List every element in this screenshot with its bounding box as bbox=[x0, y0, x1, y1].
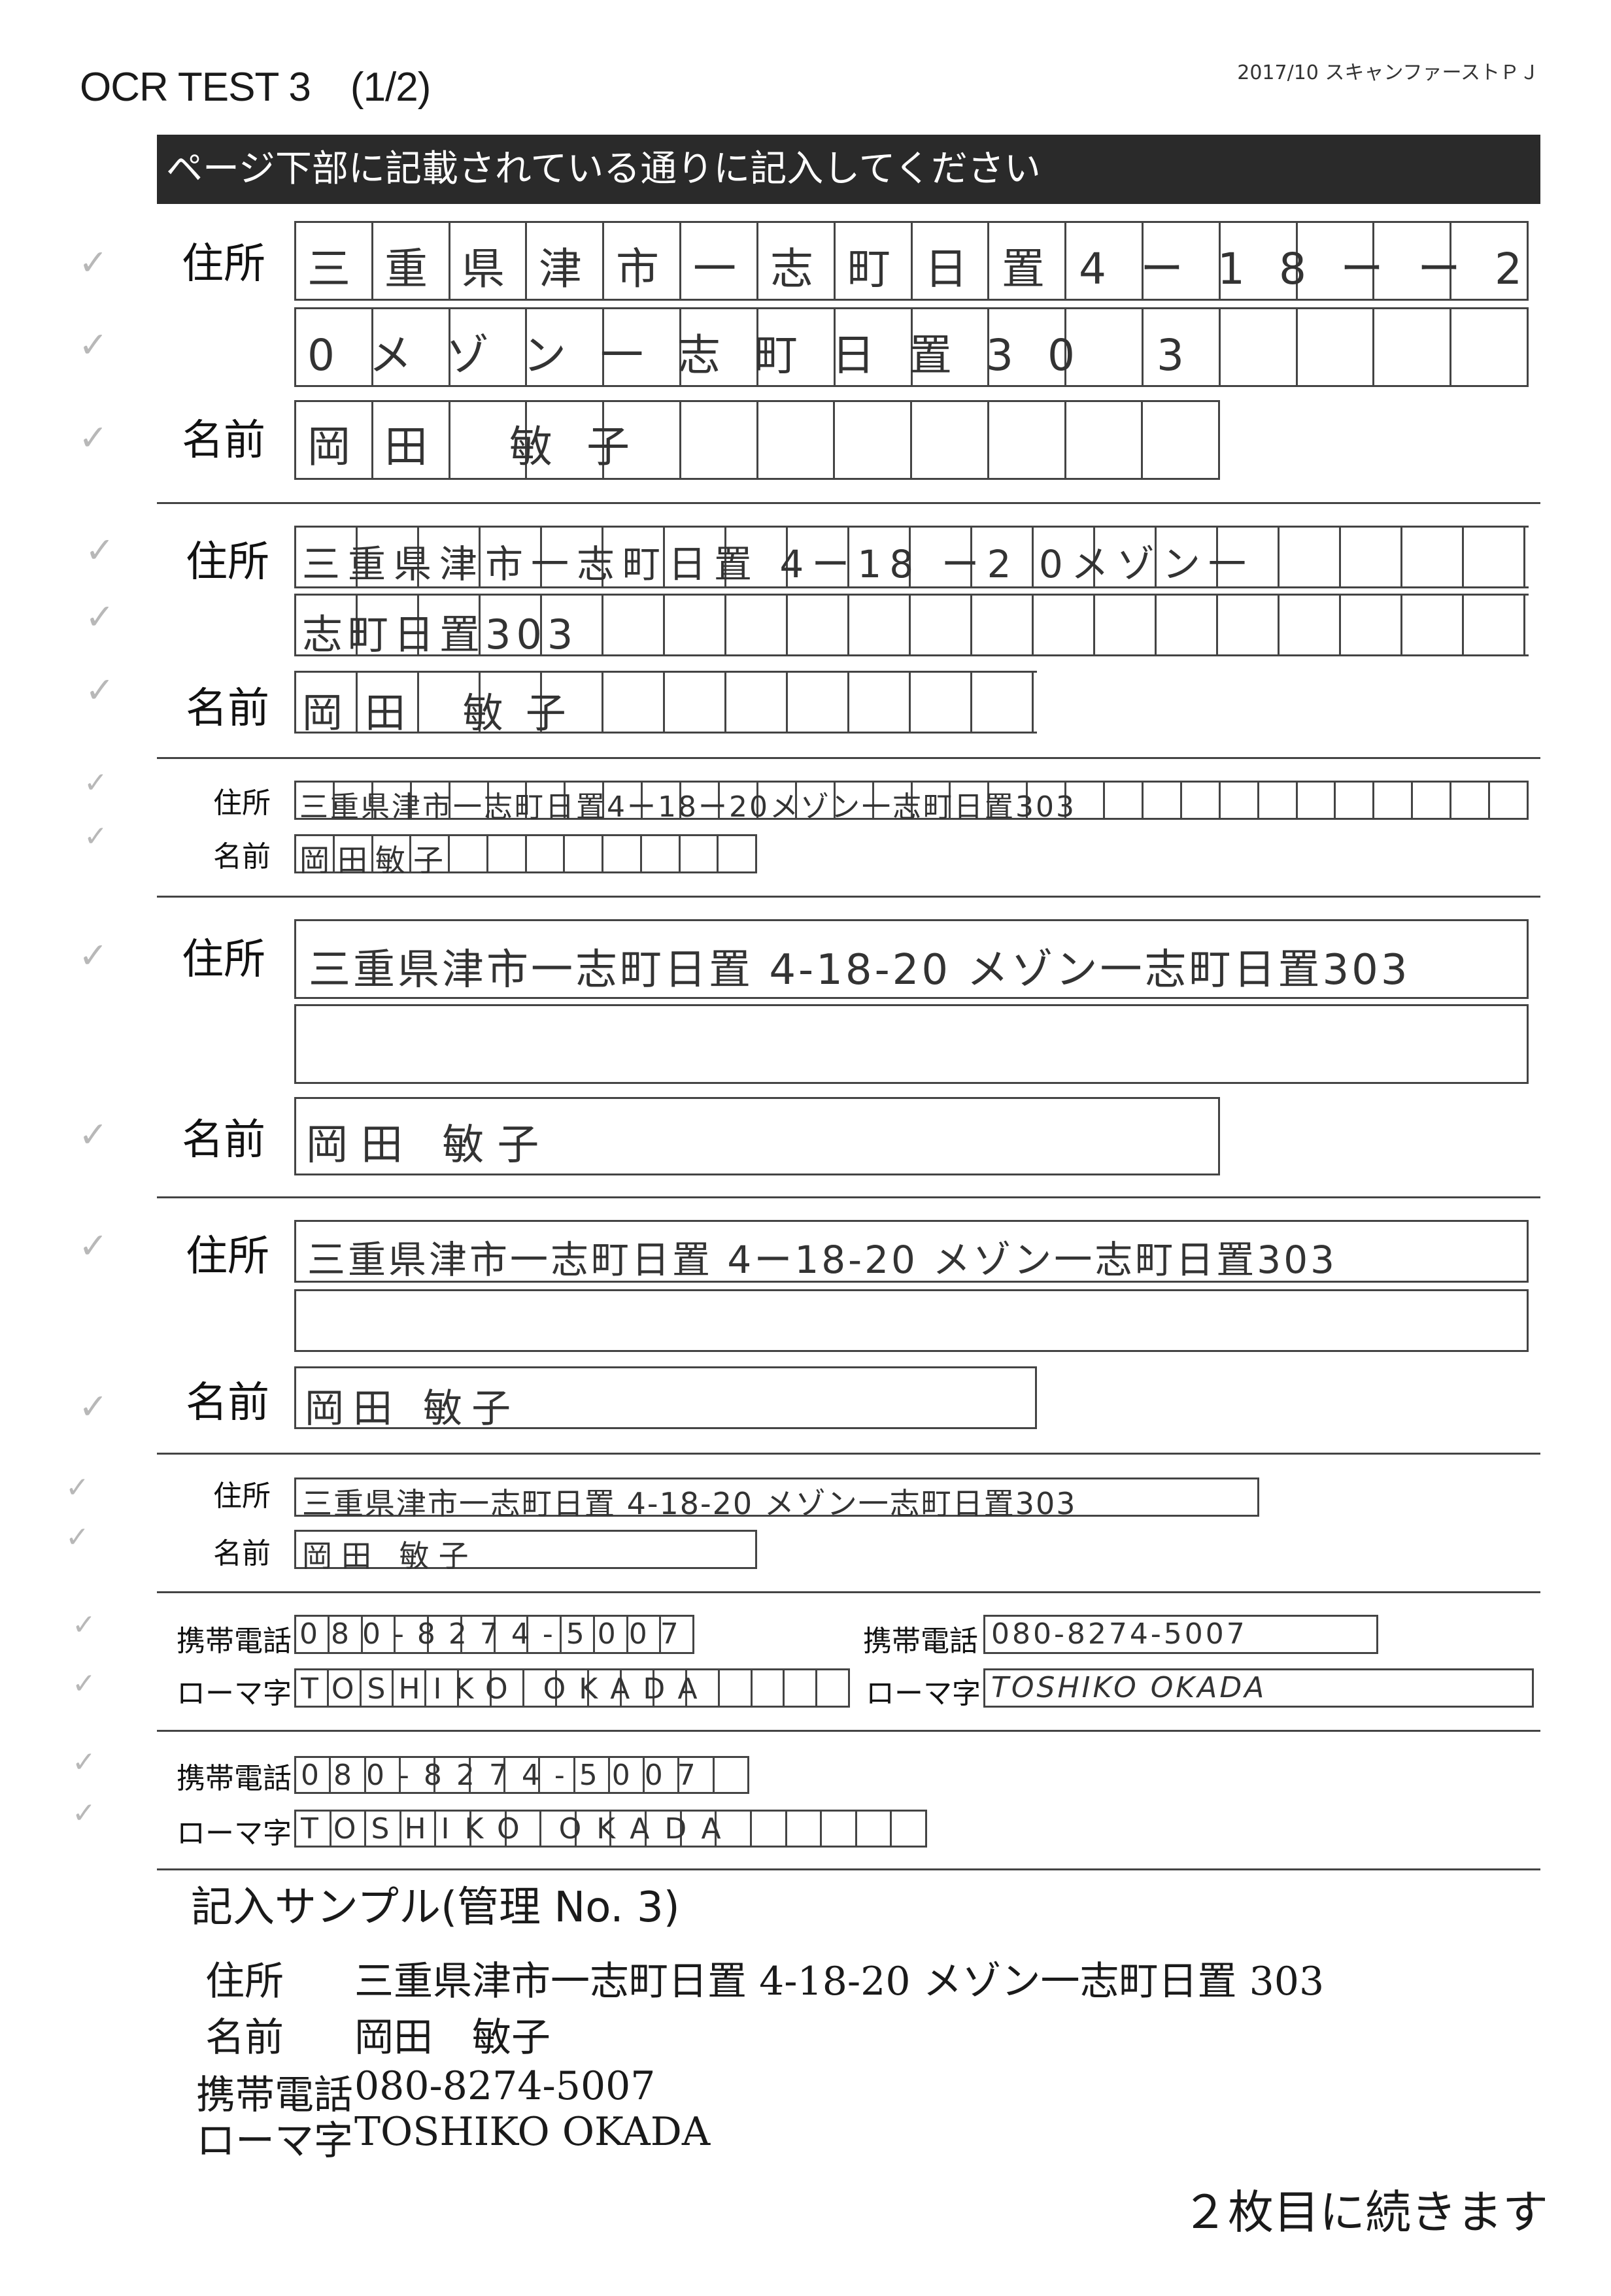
section-divider bbox=[157, 757, 1540, 759]
check-mark-icon: ✓ bbox=[78, 1386, 109, 1427]
name-label: 名前 bbox=[213, 840, 271, 873]
handwritten-address-2: 志町日置303 bbox=[302, 611, 579, 658]
check-mark-icon: ✓ bbox=[72, 1797, 96, 1830]
handwritten-address-1: 三重県津市一志町日置 4ー18-20 メゾン一志町日置303 bbox=[307, 1238, 1338, 1282]
section-divider bbox=[157, 1730, 1540, 1732]
name-label: 名前 bbox=[182, 416, 265, 465]
section-divider bbox=[157, 896, 1540, 898]
handwritten-name: 岡田 敏子 bbox=[302, 1538, 478, 1574]
check-mark-icon: ✓ bbox=[78, 242, 109, 283]
romaji-label: ローマ字 bbox=[866, 1677, 981, 1710]
sample-mobile-value: 080-8274-5007 bbox=[354, 2063, 656, 2109]
address-field-2[interactable] bbox=[294, 1289, 1529, 1352]
check-mark-icon: ✓ bbox=[78, 417, 109, 458]
sample-address-label: 住所 bbox=[205, 1959, 284, 2004]
check-mark-icon: ✓ bbox=[78, 1225, 109, 1266]
address-label: 住所 bbox=[213, 786, 271, 820]
check-mark-icon: ✓ bbox=[84, 766, 108, 800]
handwritten-name: 岡田 敏子 bbox=[306, 1121, 552, 1170]
check-mark-icon: ✓ bbox=[84, 820, 108, 853]
check-mark-icon: ✓ bbox=[85, 596, 115, 637]
sample-romaji-label: ローマ字 bbox=[196, 2118, 353, 2164]
handwritten-address-1: 三重県津市一志町日置 4-18-20 メゾン一志町日置303 bbox=[309, 946, 1410, 994]
handwritten-name: 岡田 敏子 bbox=[307, 422, 664, 472]
mobile-label: 携帯電話 bbox=[177, 1762, 292, 1795]
handwritten-romaji: TOSHIKO OKADA bbox=[991, 1671, 1267, 1704]
name-label: 名前 bbox=[182, 1116, 265, 1164]
address-label: 住所 bbox=[213, 1479, 271, 1513]
handwritten-mobile: 080-8274-5007 bbox=[301, 1759, 710, 1792]
name-label: 名前 bbox=[186, 1379, 269, 1427]
section-divider bbox=[157, 1868, 1540, 1870]
romaji-label: ローマ字 bbox=[177, 1817, 292, 1850]
page-title: OCR TEST 3 (1/2) bbox=[80, 65, 431, 110]
check-mark-icon: ✓ bbox=[72, 1746, 96, 1779]
address-label: 住所 bbox=[182, 240, 265, 288]
address-label: 住所 bbox=[182, 936, 265, 984]
check-mark-icon: ✓ bbox=[78, 1114, 109, 1155]
handwritten-address: 三重県津市一志町日置 4-18-20 メゾン一志町日置303 bbox=[302, 1486, 1077, 1521]
handwritten-address-1: 三重県津市一志町日置4ー18ーー2 bbox=[307, 244, 1556, 294]
check-mark-icon: ✓ bbox=[65, 1521, 90, 1554]
project-label: 2017/10 スキャンファーストＰＪ bbox=[1237, 61, 1539, 84]
handwritten-name: 岡田 敏子 bbox=[305, 1386, 520, 1432]
address-label: 住所 bbox=[186, 538, 269, 586]
mobile-label: 携帯電話 bbox=[177, 1625, 292, 1658]
check-mark-icon: ✓ bbox=[72, 1608, 96, 1642]
name-label: 名前 bbox=[213, 1537, 271, 1570]
section-divider bbox=[157, 1453, 1540, 1455]
handwritten-mobile: 080-8274-5007 bbox=[991, 1617, 1247, 1651]
sample-name-label: 名前 bbox=[205, 2015, 284, 2061]
sample-romaji-value: TOSHIKO OKADA bbox=[354, 2109, 711, 2155]
check-mark-icon: ✓ bbox=[78, 935, 109, 976]
handwritten-name: 岡田 敏子 bbox=[302, 689, 588, 737]
romaji-label: ローマ字 bbox=[177, 1677, 292, 1710]
section-divider bbox=[157, 1196, 1540, 1198]
check-mark-icon: ✓ bbox=[65, 1471, 90, 1504]
check-mark-icon: ✓ bbox=[85, 530, 115, 571]
sample-heading: 記入サンプル(管理 No. 3) bbox=[191, 1883, 680, 1932]
handwritten-romaji: TOSHIKO OKADA bbox=[301, 1672, 711, 1706]
mobile-label: 携帯電話 bbox=[863, 1625, 978, 1658]
check-mark-icon: ✓ bbox=[78, 324, 109, 365]
handwritten-address: 三重県津市一志町日置4ー18ー20メゾン一志町日置303 bbox=[299, 790, 1076, 824]
section-divider bbox=[157, 502, 1540, 504]
handwritten-address-2: 0メゾン一志町日置30 3 bbox=[307, 330, 1218, 380]
handwritten-romaji: TOSHIKO OKADA bbox=[301, 1812, 736, 1846]
section-divider bbox=[157, 1591, 1540, 1593]
handwritten-address-1: 三重県津市一志町日置 4ー18 ー2 0メゾン一 bbox=[302, 542, 1254, 586]
name-label: 名前 bbox=[186, 684, 269, 733]
instruction-banner: ページ下部に記載されている通りに記入してください bbox=[157, 135, 1540, 204]
handwritten-mobile: 080-8274-5007 bbox=[299, 1617, 692, 1651]
sample-name-value: 岡田 敏子 bbox=[354, 2015, 551, 2061]
address-label: 住所 bbox=[186, 1232, 269, 1281]
continue-note: ２枚目に続きます bbox=[1182, 2186, 1548, 2239]
sample-address-value: 三重県津市一志町日置 4-18-20 メゾン一志町日置 303 bbox=[354, 1959, 1325, 2004]
check-mark-icon: ✓ bbox=[72, 1667, 96, 1700]
check-mark-icon: ✓ bbox=[85, 669, 115, 711]
address-field-2[interactable] bbox=[294, 1004, 1529, 1084]
handwritten-name: 岡田敏子 bbox=[299, 843, 451, 878]
